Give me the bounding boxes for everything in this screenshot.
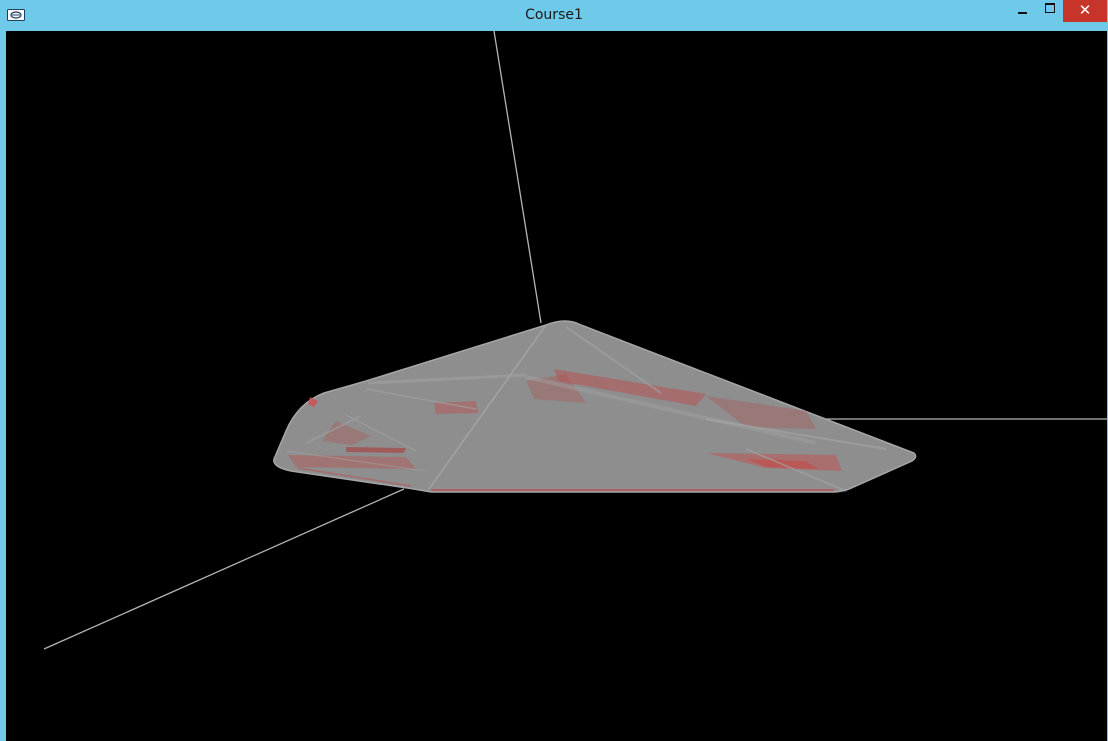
title-bar[interactable]: Course1 ✕ <box>0 0 1108 31</box>
minimize-icon <box>1017 12 1027 14</box>
close-icon: ✕ <box>1078 1 1092 19</box>
minimize-button[interactable] <box>1008 0 1036 22</box>
scene-canvas <box>43 31 1107 650</box>
axis-line-z <box>43 488 405 650</box>
backface-patch <box>346 447 406 453</box>
3d-viewport[interactable] <box>6 31 1107 741</box>
window-title: Course1 <box>525 7 583 23</box>
app-window: Course1 ✕ <box>0 0 1108 741</box>
mesh-object <box>273 320 917 493</box>
maximize-button[interactable] <box>1036 0 1064 22</box>
close-button[interactable]: ✕ <box>1063 0 1107 22</box>
maximize-icon <box>1045 3 1055 13</box>
axis-line-y <box>493 31 542 324</box>
